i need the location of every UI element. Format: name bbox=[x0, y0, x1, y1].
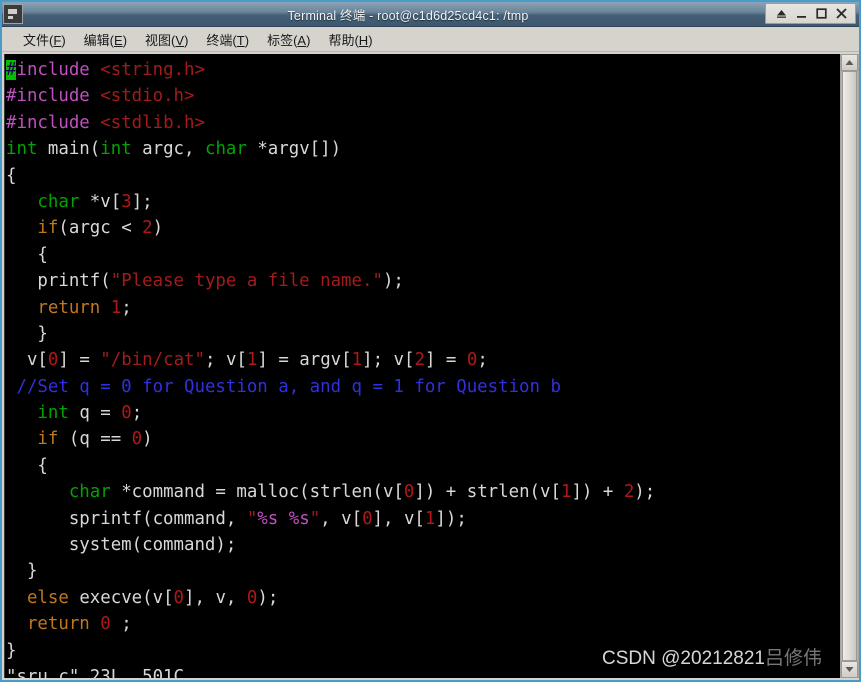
maximize-button[interactable] bbox=[814, 6, 829, 21]
terminal-screen[interactable]: #include <string.h> #include <stdio.h> #in… bbox=[4, 54, 840, 678]
menu-item-view-accel: V bbox=[175, 32, 185, 48]
scrollbar-up-button[interactable] bbox=[841, 54, 858, 71]
menu-item-view[interactable]: 视图(V) bbox=[136, 28, 197, 51]
code-line: int q = 0; bbox=[37, 403, 143, 424]
code-line: char *v[3]; bbox=[37, 191, 153, 212]
code-line: system(command); bbox=[6, 535, 237, 556]
menu-bar: 文件(F) 编辑(E) 视图(V) 终端(T) 标签(A) 帮助(H) bbox=[2, 27, 859, 52]
menu-item-file[interactable]: 文件(F) bbox=[14, 28, 75, 51]
menu-item-view-label: 视图 bbox=[145, 32, 172, 48]
code-line: printf("Please type a file name."); bbox=[6, 271, 404, 292]
window-controls bbox=[765, 3, 856, 24]
terminal-body: #include <string.h> #include <stdio.h> #in… bbox=[2, 52, 859, 680]
menu-item-edit-label: 编辑 bbox=[83, 32, 110, 48]
code-line: { bbox=[6, 165, 17, 186]
shade-button[interactable] bbox=[774, 6, 789, 21]
terminal-scrollbar[interactable] bbox=[840, 54, 859, 678]
code-line: } bbox=[6, 323, 48, 344]
menu-item-terminal[interactable]: 终端(T) bbox=[197, 28, 258, 51]
code-line: } bbox=[6, 640, 17, 661]
menu-item-file-accel: F bbox=[53, 32, 62, 48]
code-line: } bbox=[6, 561, 38, 582]
terminal-window: Terminal 终端 - root@c1d6d25cd4c1: /tmp 文件… bbox=[0, 0, 861, 682]
terminal-app-icon[interactable] bbox=[3, 4, 23, 24]
code-line: sprintf(command, "%s %s", v[0], v[1]); bbox=[6, 508, 467, 529]
menu-item-edit-accel: E bbox=[114, 32, 123, 48]
vim-editor-buffer[interactable]: #include <string.h> #include <stdio.h> #in… bbox=[6, 57, 840, 678]
code-line: if(argc < 2) bbox=[37, 218, 164, 239]
code-line: #include <string.h> bbox=[6, 60, 205, 80]
menu-item-tabs[interactable]: 标签(A) bbox=[258, 28, 319, 51]
window-title: Terminal 终端 - root@c1d6d25cd4c1: /tmp bbox=[287, 8, 529, 23]
code-line: { bbox=[6, 455, 48, 476]
scrollbar-thumb[interactable] bbox=[842, 71, 857, 661]
close-button[interactable] bbox=[834, 6, 849, 21]
scrollbar-down-button[interactable] bbox=[841, 661, 858, 678]
menu-item-edit[interactable]: 编辑(E) bbox=[75, 28, 136, 51]
code-line: { bbox=[6, 244, 48, 265]
code-line: return 1; bbox=[37, 297, 132, 318]
code-line: v[0] = "/bin/cat"; v[1] = argv[1]; v[2] … bbox=[6, 350, 488, 371]
menu-item-tabs-accel: A bbox=[297, 32, 307, 48]
menu-item-terminal-label: 终端 bbox=[206, 32, 233, 48]
code-line: int main(int argc, char *argv[]) bbox=[6, 139, 342, 160]
vim-status-line: "sru.c" 23L, 501C bbox=[6, 666, 184, 678]
code-line: else execve(v[0], v, 0); bbox=[26, 587, 279, 608]
menu-item-file-label: 文件 bbox=[23, 32, 50, 48]
code-line: return 0 ; bbox=[26, 614, 132, 635]
scrollbar-track[interactable] bbox=[841, 71, 858, 661]
title-bar[interactable]: Terminal 终端 - root@c1d6d25cd4c1: /tmp bbox=[2, 2, 859, 27]
menu-item-terminal-accel: T bbox=[236, 32, 245, 48]
code-line: if (q == 0) bbox=[37, 429, 153, 450]
minimize-button[interactable] bbox=[794, 6, 809, 21]
menu-item-help-accel: H bbox=[358, 32, 369, 48]
code-line: #include <stdlib.h> bbox=[6, 112, 205, 133]
code-line: //Set q = 0 for Question a, and q = 1 fo… bbox=[16, 376, 561, 397]
menu-item-tabs-label: 标签 bbox=[267, 32, 294, 48]
code-line: char *command = malloc(strlen(v[0]) + st… bbox=[68, 482, 656, 503]
menu-item-help[interactable]: 帮助(H) bbox=[319, 28, 381, 51]
menu-item-help-label: 帮助 bbox=[328, 32, 355, 48]
code-line: #include <stdio.h> bbox=[6, 86, 195, 107]
